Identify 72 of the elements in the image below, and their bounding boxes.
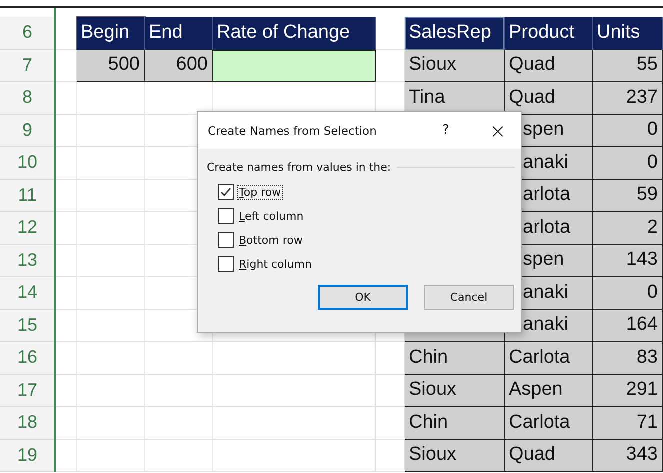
row-header[interactable]: 13: [0, 244, 55, 277]
table-cell: Quad: [505, 82, 593, 114]
table-cell: 237: [593, 82, 663, 114]
empty-cell: [145, 440, 213, 472]
column-header: End: [145, 17, 213, 50]
checkbox[interactable]: [218, 184, 234, 200]
table-cell: Sioux: [405, 50, 505, 82]
table-cell: Chin: [405, 407, 505, 440]
checkbox-label[interactable]: Top row: [237, 184, 284, 200]
table-cell: 55: [593, 50, 663, 82]
table-cell: 291: [593, 374, 663, 407]
column-header: Units: [593, 17, 663, 50]
empty-cell: [77, 374, 145, 407]
row-header[interactable]: 11: [0, 180, 55, 212]
table-cell: 343: [593, 440, 663, 472]
table-cell: Aspen: [505, 374, 593, 407]
table-cell: 0: [593, 277, 663, 310]
row-header[interactable]: 9: [0, 114, 55, 147]
table-cell: 0: [593, 114, 663, 147]
row-header[interactable]: 18: [0, 407, 55, 440]
table-cell: 2: [593, 212, 663, 244]
table-cell: 143: [593, 244, 663, 277]
empty-cell: [77, 82, 145, 114]
row-header[interactable]: 12: [0, 212, 55, 244]
row-header[interactable]: 15: [0, 310, 55, 342]
row-header[interactable]: 7: [0, 50, 55, 82]
row-header[interactable]: 10: [0, 147, 55, 180]
checkbox[interactable]: [218, 256, 234, 272]
table-cell: 59: [593, 180, 663, 212]
row-header[interactable]: 16: [0, 342, 55, 374]
ok-button[interactable]: OK: [318, 285, 408, 310]
empty-cell: [77, 244, 145, 277]
table-cell: Carlota: [505, 407, 593, 440]
checkbox[interactable]: [218, 208, 234, 224]
help-button[interactable]: ?: [431, 123, 461, 138]
checkbox-label[interactable]: Right column: [237, 256, 314, 272]
table-cell: Sioux: [405, 374, 505, 407]
empty-cell: [77, 180, 145, 212]
empty-cell: [77, 440, 145, 472]
column-header: Begin: [77, 17, 145, 50]
row-header[interactable]: 17: [0, 374, 55, 407]
table-cell: Sioux: [405, 440, 505, 472]
row-header[interactable]: 19: [0, 440, 55, 472]
table-cell: Chin: [405, 342, 505, 374]
table-cell: Quad: [505, 440, 593, 472]
checkbox-label[interactable]: Bottom row: [237, 232, 305, 248]
table-cell: Carlota: [505, 342, 593, 374]
column-header: Rate of Change: [213, 17, 376, 50]
empty-cell: [77, 342, 145, 374]
empty-cell: [145, 407, 213, 440]
empty-cell: [145, 374, 213, 407]
table-cell: 164: [593, 310, 663, 342]
row-header[interactable]: 14: [0, 277, 55, 310]
table-cell: Quad: [505, 50, 593, 82]
group-label: Create names from values in the:: [207, 161, 392, 174]
checkbox[interactable]: [218, 232, 234, 248]
checkbox-label[interactable]: Left column: [237, 208, 306, 224]
dialog-title: Create Names from Selection: [208, 124, 378, 138]
cancel-button[interactable]: Cancel: [424, 285, 514, 310]
column-header: SalesRep: [405, 17, 505, 50]
column-header: Product: [505, 17, 593, 50]
row-header[interactable]: 6: [0, 17, 55, 50]
empty-cell: [77, 310, 145, 342]
table-cell: 83: [593, 342, 663, 374]
empty-cell: [145, 342, 213, 374]
table-cell: 71: [593, 407, 663, 440]
table-cell: 500: [77, 50, 145, 82]
row-header[interactable]: 8: [0, 82, 55, 114]
empty-cell: [77, 407, 145, 440]
table-cell: 0: [593, 147, 663, 180]
empty-cell: [77, 114, 145, 147]
table-cell: 600: [145, 50, 213, 82]
